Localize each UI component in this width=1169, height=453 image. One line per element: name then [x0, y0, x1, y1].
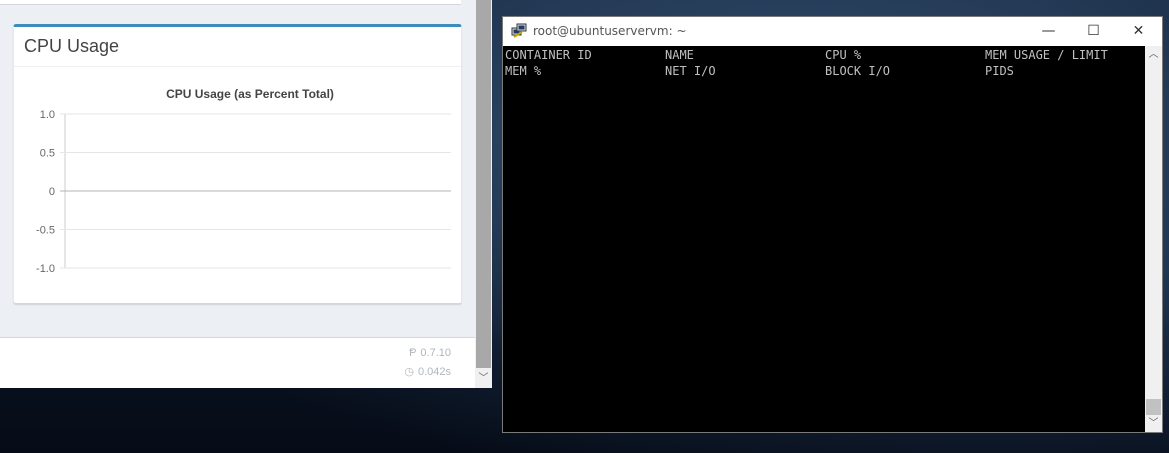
version-line: Ᵽ 0.7.10 — [409, 347, 451, 359]
col-mem-usage-limit: MEM USAGE / LIMIT — [985, 48, 1108, 62]
maximize-button[interactable]: ☐ — [1071, 17, 1116, 46]
clock-icon: ◷ — [404, 366, 414, 378]
y-tick-label: 0 — [49, 186, 55, 198]
terminal-titlebar[interactable]: root@ubuntuservervm: ~ — ☐ ✕ — [503, 17, 1162, 46]
terminal-scroll-thumb[interactable] — [1146, 399, 1161, 415]
browser-window: CPU Usage CPU Usage (as Percent Total) 1.… — [0, 0, 492, 388]
chart-title: CPU Usage (as Percent Total) — [166, 87, 334, 101]
col-container-id: CONTAINER ID — [505, 48, 592, 62]
cpu-usage-card: CPU Usage CPU Usage (as Percent Total) 1.… — [13, 24, 462, 304]
col-name: NAME — [665, 48, 694, 62]
time-line: ◷ 0.042s — [404, 365, 451, 378]
scroll-down-icon[interactable]: ﹀ — [475, 370, 492, 388]
minimize-button[interactable]: — — [1026, 17, 1071, 46]
scroll-up-icon[interactable]: ︿ — [1145, 46, 1162, 63]
browser-page-content: CPU Usage CPU Usage (as Percent Total) 1.… — [0, 0, 475, 388]
terminal-screen[interactable]: CONTAINER ID NAME CPU % MEM USAGE / LIMI… — [503, 46, 1145, 432]
col-mem-percent: MEM % — [505, 64, 542, 78]
putty-icon[interactable] — [511, 23, 527, 39]
close-button[interactable]: ✕ — [1116, 17, 1161, 46]
col-block-io: BLOCK I/O — [825, 64, 891, 78]
page-footer: Ᵽ 0.7.10 ◷ 0.042s — [0, 337, 475, 388]
time-text: 0.042s — [417, 366, 451, 378]
browser-scrollbar[interactable]: ﹀ — [475, 0, 492, 388]
col-pids: PIDS — [985, 64, 1014, 78]
terminal-header-row-1: CONTAINER ID NAME CPU % MEM USAGE / LIMI… — [505, 48, 1108, 64]
cpu-usage-card-title: CPU Usage — [14, 27, 461, 67]
version-text: 0.7.10 — [420, 347, 451, 359]
y-tick-label: -1.0 — [36, 263, 55, 275]
product-hunt-icon: Ᵽ — [409, 347, 417, 359]
col-net-io: NET I/O — [665, 64, 716, 78]
browser-scroll-thumb[interactable] — [476, 0, 491, 368]
scroll-down-icon[interactable]: ﹀ — [1145, 415, 1162, 432]
terminal-window[interactable]: root@ubuntuservervm: ~ — ☐ ✕ CONTAINER I… — [502, 16, 1163, 433]
y-tick-label: -0.5 — [36, 225, 55, 237]
cpu-usage-chart: CPU Usage (as Percent Total) 1.0 0.5 0 -0.5 -… — [36, 87, 451, 275]
previous-box-bottom — [0, 0, 461, 5]
terminal-scrollbar[interactable]: ︿ ﹀ — [1145, 46, 1162, 432]
col-cpu-percent: CPU % — [825, 48, 862, 62]
terminal-title: root@ubuntuservervm: ~ — [533, 24, 687, 38]
terminal-header-row-2: MEM % NET I/O BLOCK I/O PIDS — [505, 64, 1014, 80]
y-tick-label: 0.5 — [40, 148, 55, 160]
y-tick-label: 1.0 — [40, 109, 55, 121]
